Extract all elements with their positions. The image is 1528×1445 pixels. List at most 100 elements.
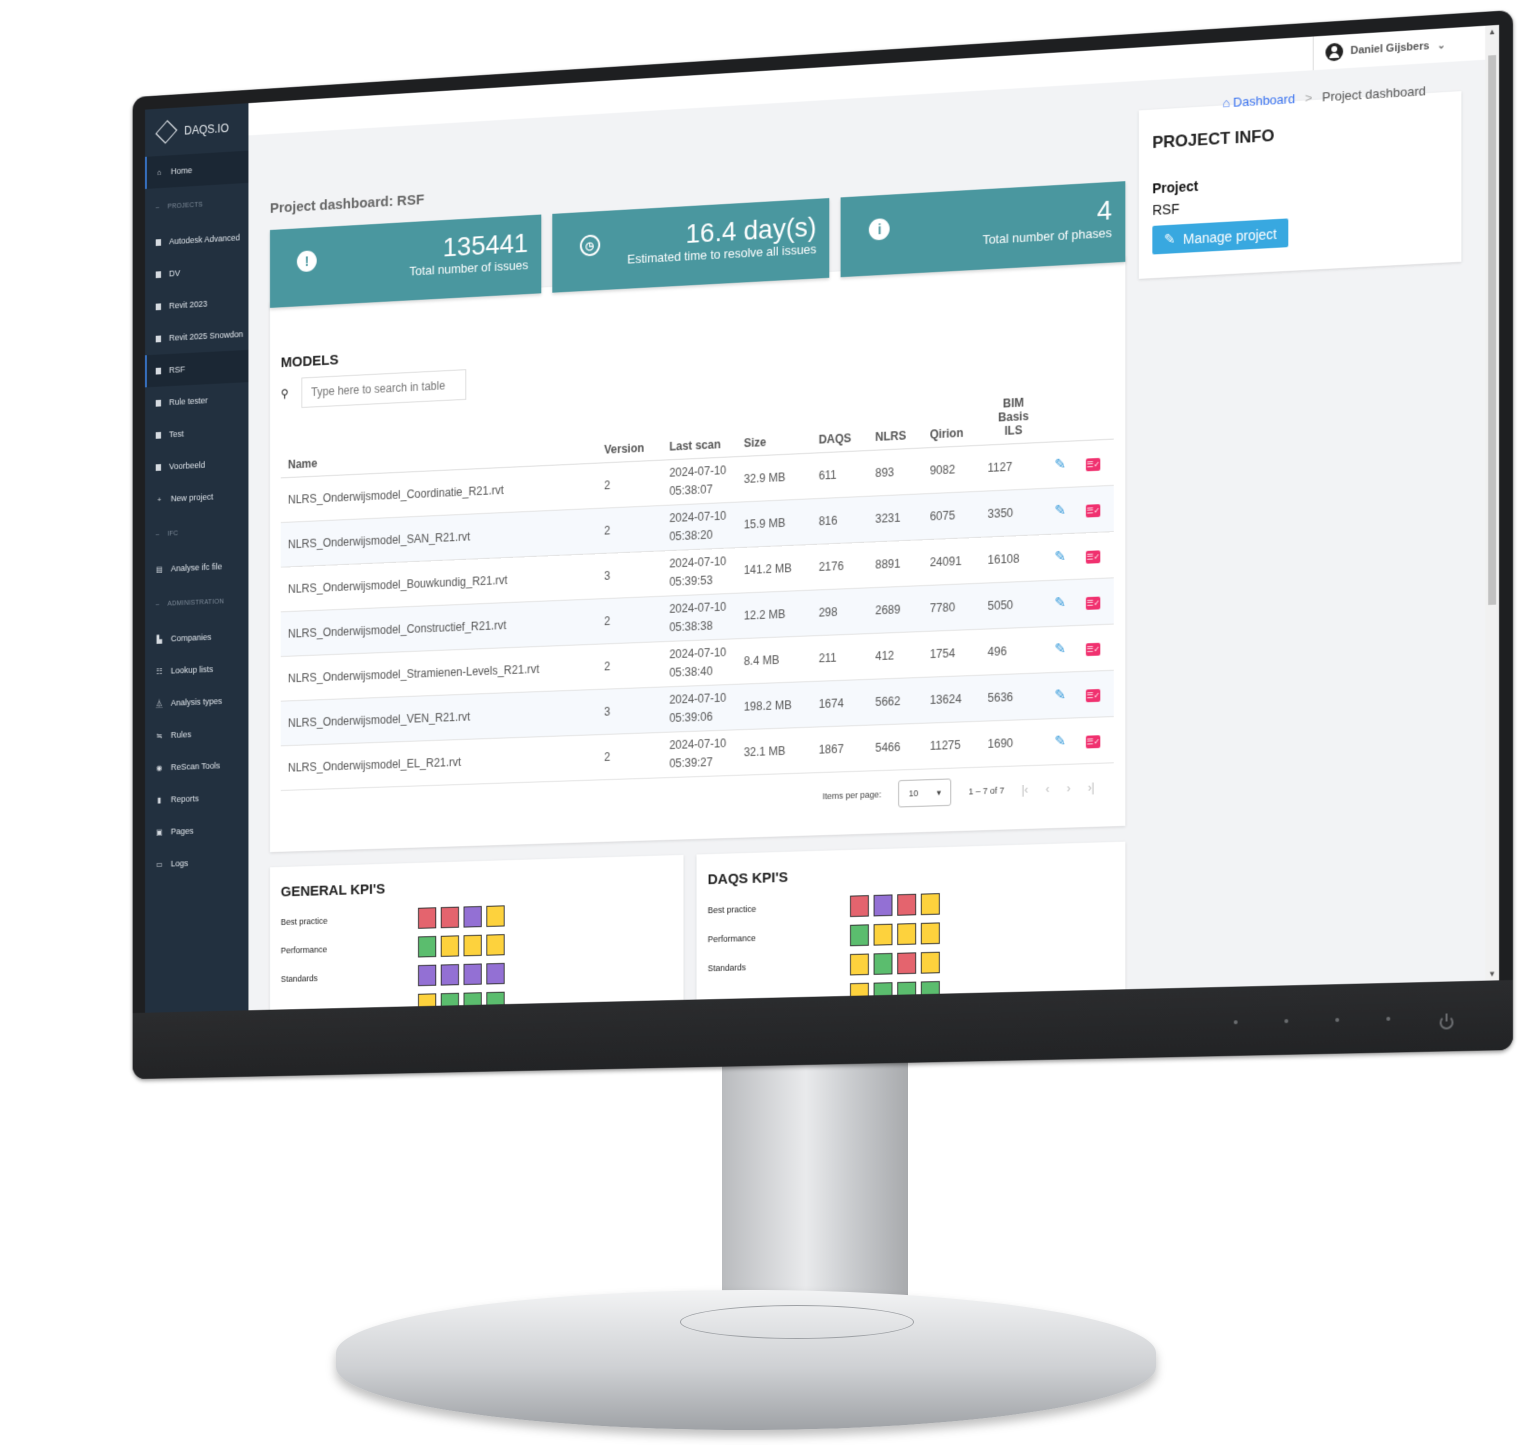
edit-pencil-icon[interactable]: ✎ xyxy=(1055,594,1066,610)
sidebar-item-project[interactable]: Revit 2025 Snowdon xyxy=(145,318,248,356)
column-header[interactable]: NLRS xyxy=(867,394,923,451)
edit-pencil-icon[interactable]: ✎ xyxy=(1055,548,1066,564)
checklist-report-icon[interactable]: ☰✓ xyxy=(1086,734,1101,748)
building-icon: ▙ xyxy=(156,634,162,644)
checklist-report-icon[interactable]: ☰✓ xyxy=(1086,503,1101,518)
checklist-report-icon[interactable]: ☰✓ xyxy=(1086,642,1101,656)
column-header[interactable]: Version xyxy=(596,407,662,464)
cell-qirion: 9082 xyxy=(922,445,981,494)
column-header[interactable]: Size xyxy=(736,400,812,457)
kpi-cell-yellow[interactable] xyxy=(463,934,482,957)
scroll-down-icon[interactable]: ▼ xyxy=(1488,969,1496,978)
kpi-label: Standards xyxy=(280,973,318,984)
column-header[interactable]: Qirion xyxy=(922,391,981,449)
cell-version: 2 xyxy=(596,460,662,509)
scrollbar-thumb[interactable] xyxy=(1488,55,1497,605)
sidebar-item-analysis-types[interactable]: ⏅ Analysis types xyxy=(145,684,248,720)
checklist-report-icon[interactable]: ☰✓ xyxy=(1086,688,1101,702)
kpi-cell-yellow[interactable] xyxy=(920,893,940,916)
kpi-cell-red[interactable] xyxy=(897,952,917,975)
column-header[interactable]: DAQS xyxy=(811,397,868,454)
kpi-cell-purple[interactable] xyxy=(486,962,505,985)
sidebar-item-companies[interactable]: ▙ Companies xyxy=(145,619,248,655)
sidebar-item-logs[interactable]: ▭ Logs xyxy=(145,845,248,880)
kpi-cell-yellow[interactable] xyxy=(440,935,459,957)
cell-version: 2 xyxy=(596,596,662,645)
section-projects[interactable]: – PROJECTS xyxy=(145,183,248,227)
sidebar-item-pages[interactable]: ▣ Pages xyxy=(145,813,248,848)
edit-pencil-icon[interactable]: ✎ xyxy=(1055,502,1066,518)
sidebar: DAQS.IO ⌂ Home – PROJECTS Autodesk Advanc… xyxy=(145,103,249,1013)
sidebar-item-project[interactable]: Test xyxy=(145,414,248,451)
kpi-cell-purple[interactable] xyxy=(873,894,893,917)
caret-down-icon: ▾ xyxy=(936,787,941,797)
page-scrollbar[interactable]: ▲ ▼ xyxy=(1485,24,1500,981)
kpi-cell-yellow[interactable] xyxy=(920,922,940,945)
account-circle-icon xyxy=(1324,42,1343,62)
kpi-cell-purple[interactable] xyxy=(418,964,437,987)
checklist-report-icon[interactable]: ☰✓ xyxy=(1086,457,1101,471)
column-header[interactable]: BIM Basis ILS xyxy=(980,388,1047,446)
kpi-cell-yellow[interactable] xyxy=(850,953,869,976)
project-icon xyxy=(155,238,162,246)
last-page-icon[interactable]: ›| xyxy=(1088,781,1095,795)
sidebar-item-new-project[interactable]: + New project xyxy=(145,479,248,516)
section-ifc[interactable]: – IFC xyxy=(145,511,248,553)
cell-nlrs: 8891 xyxy=(867,539,923,588)
kpi-cell-red[interactable] xyxy=(897,893,917,916)
kpi-cell-red[interactable] xyxy=(440,906,459,929)
sidebar-item-reports[interactable]: ▮ Reports xyxy=(145,781,248,817)
cell-edit: ✎ xyxy=(1046,579,1079,627)
cell-size: 32.9 MB xyxy=(736,453,812,503)
section-administration[interactable]: – ADMINISTRATION xyxy=(145,581,248,623)
edit-pencil-icon[interactable]: ✎ xyxy=(1055,456,1066,472)
cell-last-scan: 2024-07-10 05:39:06 xyxy=(661,684,737,733)
project-icon xyxy=(155,463,162,471)
manage-project-button[interactable]: ✎ Manage project xyxy=(1152,218,1289,255)
items-per-page-select[interactable]: 10 ▾ xyxy=(898,778,952,808)
cell-nlrs: 3231 xyxy=(867,493,923,543)
kpi-cell-yellow[interactable] xyxy=(920,951,940,974)
cell-qirion: 24091 xyxy=(922,537,981,586)
edit-pencil-icon[interactable]: ✎ xyxy=(1055,640,1066,656)
cell-report: ☰✓ xyxy=(1078,485,1114,534)
kpi-cell-red[interactable] xyxy=(850,895,869,918)
cell-report: ☰✓ xyxy=(1078,716,1114,764)
section-label: IFC xyxy=(167,529,179,538)
kpi-cell-purple[interactable] xyxy=(440,964,459,986)
collapse-icon: – xyxy=(155,600,160,608)
sidebar-item-project[interactable]: Voorbeeld xyxy=(145,447,248,484)
stat-total-issues: ! 135441 Total number of issues xyxy=(269,214,541,308)
sidebar-item-project[interactable]: Rule tester xyxy=(145,382,248,419)
brand[interactable]: DAQS.IO xyxy=(145,103,248,157)
sidebar-item-analyse-ifc[interactable]: ▤ Analyse ifc file xyxy=(145,549,248,586)
user-name: Daniel Gijsbers xyxy=(1350,40,1430,58)
sidebar-item-project[interactable]: RSF xyxy=(145,349,249,388)
next-page-icon[interactable]: › xyxy=(1067,781,1071,795)
kpi-cell-red[interactable] xyxy=(418,907,437,929)
sidebar-item-lookup-lists[interactable]: ☷ Lookup lists xyxy=(145,652,248,688)
sidebar-item-rules[interactable]: ≒ Rules xyxy=(145,716,248,752)
kpi-cell-purple[interactable] xyxy=(463,905,482,928)
scroll-up-icon[interactable]: ▲ xyxy=(1488,27,1496,36)
previous-page-icon[interactable]: ‹ xyxy=(1046,782,1050,796)
cell-daqs: 816 xyxy=(811,496,868,545)
cell-last-scan: 2024-07-10 05:38:38 xyxy=(661,593,737,642)
table-search-input[interactable] xyxy=(301,369,467,408)
edit-pencil-icon[interactable]: ✎ xyxy=(1055,686,1066,702)
kpi-cell-yellow[interactable] xyxy=(873,923,893,946)
checklist-report-icon[interactable]: ☰✓ xyxy=(1086,549,1101,564)
kpi-cell-green[interactable] xyxy=(873,952,893,975)
sidebar-item-label: Autodesk Advanced xyxy=(169,232,241,247)
checklist-report-icon[interactable]: ☰✓ xyxy=(1086,596,1101,610)
column-header[interactable]: Last scan xyxy=(661,403,737,461)
edit-pencil-icon[interactable]: ✎ xyxy=(1055,732,1066,748)
kpi-cell-yellow[interactable] xyxy=(486,905,505,927)
sidebar-item-rescan-tools[interactable]: ◉ ReScan Tools xyxy=(145,748,248,784)
kpi-cell-green[interactable] xyxy=(850,924,869,947)
kpi-cell-yellow[interactable] xyxy=(897,923,917,946)
kpi-cell-yellow[interactable] xyxy=(486,934,505,956)
kpi-cell-green[interactable] xyxy=(418,935,437,958)
first-page-icon[interactable]: |‹ xyxy=(1021,783,1028,797)
kpi-cell-purple[interactable] xyxy=(463,963,482,986)
